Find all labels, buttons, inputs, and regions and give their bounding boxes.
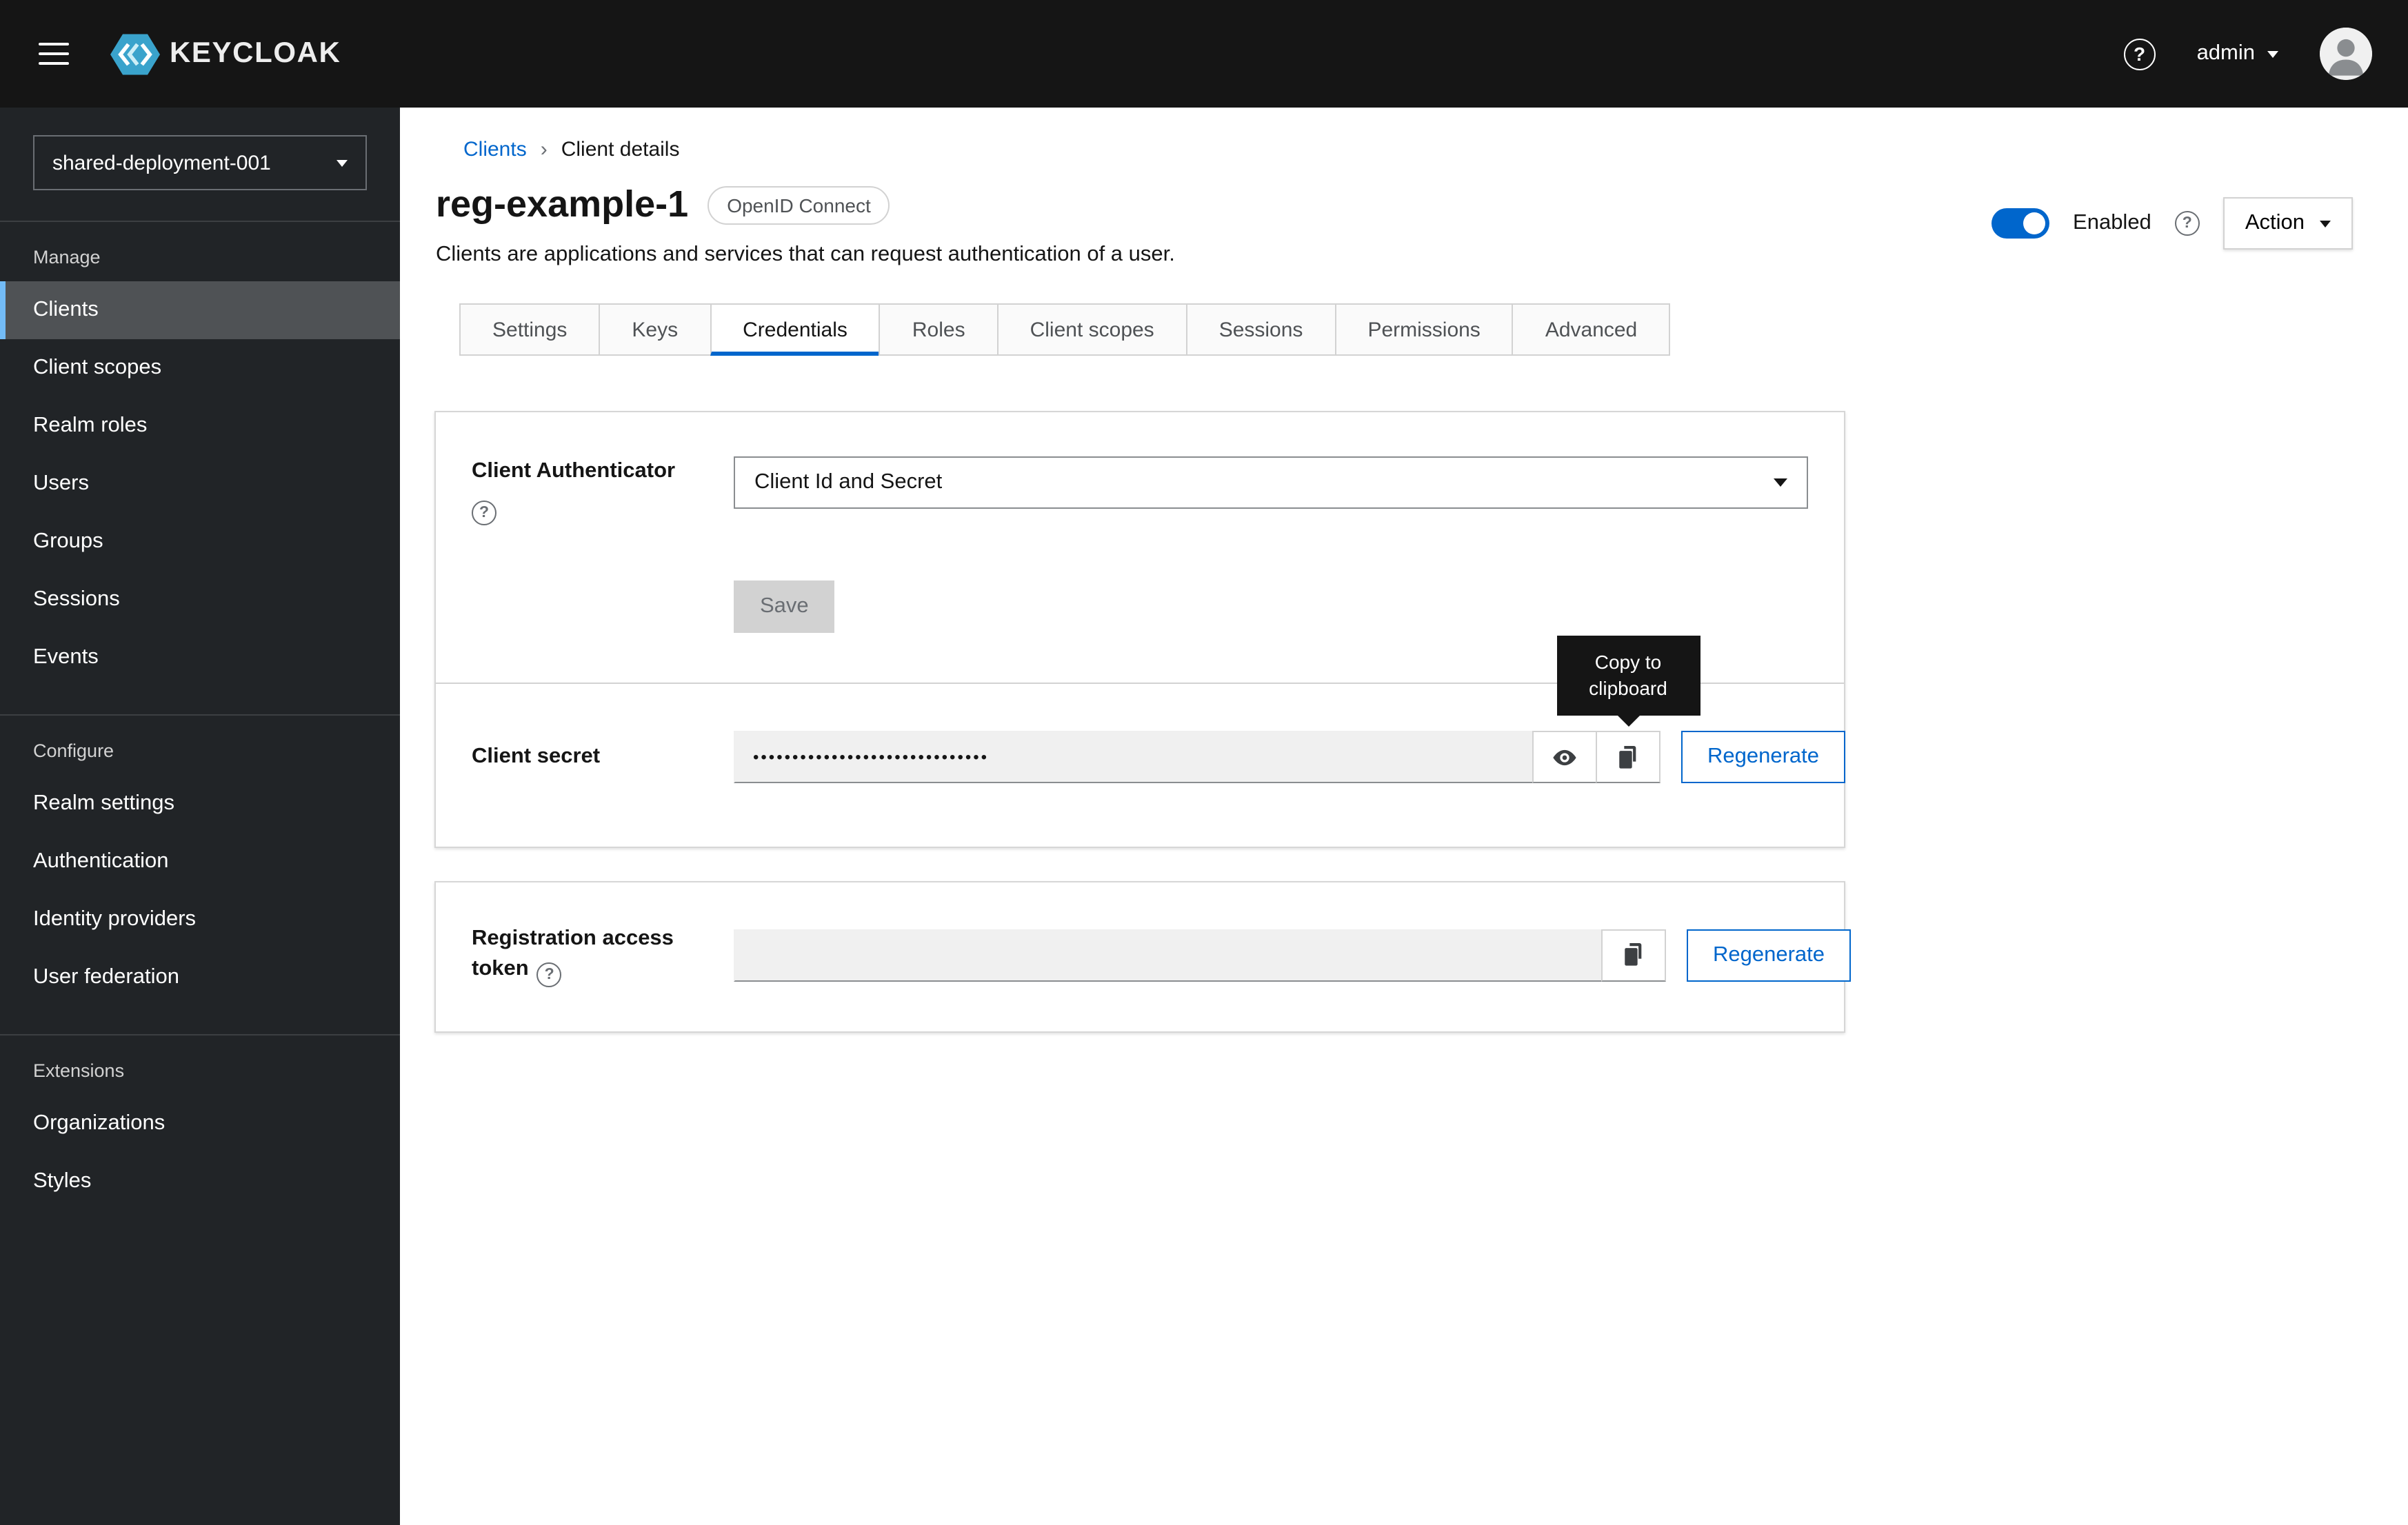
tab-credentials[interactable]: Credentials: [710, 303, 881, 356]
show-secret-button[interactable]: [1532, 731, 1597, 783]
nav-group-manage: Manage Clients Client scopes Realm roles…: [0, 222, 400, 695]
registration-token-card: Registration access token?: [434, 881, 1845, 1032]
regenerate-secret-button[interactable]: Regenerate: [1681, 731, 1845, 783]
registration-token-label-block: Registration access token?: [472, 924, 692, 987]
avatar[interactable]: [2320, 28, 2372, 80]
chevron-down-icon: [2267, 50, 2278, 57]
tab-advanced[interactable]: Advanced: [1512, 303, 1670, 356]
client-authenticator-label-block: Client Authenticator ?: [472, 456, 692, 633]
client-secret-label: Client secret: [472, 742, 692, 771]
help-icon[interactable]: ?: [537, 962, 562, 987]
client-authenticator-select[interactable]: Client Id and Secret: [734, 456, 1808, 509]
copy-tooltip: Copy to clipboard: [1556, 636, 1700, 716]
copy-secret-button[interactable]: Copy to clipboard: [1596, 731, 1660, 783]
tab-keys[interactable]: Keys: [599, 303, 711, 356]
help-icon[interactable]: ?: [2175, 211, 2200, 236]
breadcrumb-separator-icon: ›: [541, 138, 548, 161]
client-authenticator-value: Client Id and Secret: [754, 470, 942, 495]
sidebar-item-events[interactable]: Events: [0, 629, 400, 687]
chevron-down-icon: [1774, 478, 1787, 487]
action-label: Action: [2245, 211, 2305, 236]
breadcrumb-current: Client details: [561, 138, 680, 161]
tab-sessions[interactable]: Sessions: [1186, 303, 1336, 356]
breadcrumb: Clients › Client details: [400, 108, 2408, 161]
breadcrumb-clients-link[interactable]: Clients: [463, 138, 527, 161]
enabled-label: Enabled: [2073, 211, 2151, 236]
main-content: Clients › Client details reg-example-1 O…: [400, 0, 2408, 1115]
enabled-toggle[interactable]: [1991, 208, 2049, 239]
username: admin: [2197, 41, 2255, 66]
tab-settings[interactable]: Settings: [459, 303, 600, 356]
realm-name: shared-deployment-001: [52, 151, 271, 174]
sidebar-item-organizations[interactable]: Organizations: [0, 1095, 400, 1153]
save-button[interactable]: Save: [734, 580, 835, 633]
tab-client-scopes[interactable]: Client scopes: [997, 303, 1187, 356]
realm-selector-area: shared-deployment-001: [0, 108, 400, 222]
regenerate-token-button[interactable]: Regenerate: [1687, 929, 1851, 982]
copy-icon: [1616, 744, 1640, 770]
client-authenticator-control: Client Id and Secret Save: [734, 456, 1808, 633]
realm-selector[interactable]: shared-deployment-001: [33, 135, 367, 190]
sidebar-item-clients[interactable]: Clients: [0, 281, 400, 339]
page-description: Clients are applications and services th…: [436, 243, 1175, 267]
copy-icon: [1622, 942, 1645, 969]
copy-token-button[interactable]: [1601, 929, 1666, 982]
sidebar-item-user-federation[interactable]: User federation: [0, 949, 400, 1007]
brand-wordmark: KEYCLOAK: [170, 37, 341, 70]
nav-group-title-extensions: Extensions: [0, 1036, 400, 1095]
nav-group-extensions: Extensions Organizations Styles: [0, 1034, 400, 1219]
sidebar: shared-deployment-001 Manage Clients Cli…: [0, 108, 400, 1525]
protocol-badge: OpenID Connect: [708, 185, 890, 224]
registration-token-label: Registration access token: [472, 927, 674, 980]
sidebar-item-realm-settings[interactable]: Realm settings: [0, 775, 400, 833]
client-secret-section: Client secret ••••••••••••••••••••••••••…: [436, 684, 1844, 847]
tab-bar: Settings Keys Credentials Roles Client s…: [461, 303, 2408, 356]
page-header-controls: Enabled ? Action: [1991, 183, 2353, 250]
keycloak-logo: KEYCLOAK: [110, 31, 341, 77]
sidebar-item-sessions[interactable]: Sessions: [0, 571, 400, 629]
client-secret-control: ••••••••••••••••••••••••••••••: [734, 731, 1845, 783]
page-title: reg-example-1: [436, 183, 688, 226]
masthead: KEYCLOAK ? admin: [0, 0, 2408, 108]
client-authenticator-label: Client Authenticator: [472, 456, 692, 486]
sidebar-item-identity-providers[interactable]: Identity providers: [0, 891, 400, 949]
chevron-down-icon: [337, 159, 348, 166]
registration-token-section: Registration access token?: [436, 882, 1844, 1031]
registration-token-field: [734, 929, 1603, 982]
client-secret-field: ••••••••••••••••••••••••••••••: [734, 731, 1534, 783]
sidebar-item-groups[interactable]: Groups: [0, 513, 400, 571]
action-dropdown-button[interactable]: Action: [2223, 197, 2353, 250]
keycloak-logo-icon: [110, 31, 160, 77]
chevron-down-icon: [2320, 220, 2331, 227]
hamburger-menu-icon[interactable]: [36, 31, 72, 77]
nav-group-title-manage: Manage: [0, 222, 400, 281]
sidebar-item-styles[interactable]: Styles: [0, 1153, 400, 1211]
nav-group-title-configure: Configure: [0, 716, 400, 775]
tab-permissions[interactable]: Permissions: [1334, 303, 1513, 356]
sidebar-item-realm-roles[interactable]: Realm roles: [0, 397, 400, 455]
sidebar-item-client-scopes[interactable]: Client scopes: [0, 339, 400, 397]
sidebar-item-authentication[interactable]: Authentication: [0, 833, 400, 891]
page-header-left: reg-example-1 OpenID Connect Clients are…: [436, 183, 1175, 267]
user-menu[interactable]: admin: [2197, 41, 2278, 66]
help-icon[interactable]: ?: [472, 500, 496, 525]
tab-roles[interactable]: Roles: [879, 303, 999, 356]
page-header: reg-example-1 OpenID Connect Clients are…: [400, 161, 2408, 267]
credentials-card: Client Authenticator ? Client Id and Sec…: [434, 411, 1845, 848]
registration-token-control: Regenerate: [734, 929, 1851, 982]
credentials-tab-content: Client Authenticator ? Client Id and Sec…: [400, 356, 2408, 1115]
eye-icon: [1552, 744, 1578, 770]
help-icon[interactable]: ?: [2124, 38, 2156, 70]
nav-group-configure: Configure Realm settings Authentication …: [0, 714, 400, 1015]
sidebar-item-users[interactable]: Users: [0, 455, 400, 513]
keycloak-admin-console: KEYCLOAK ? admin shared-deployment-001: [0, 0, 2408, 1525]
